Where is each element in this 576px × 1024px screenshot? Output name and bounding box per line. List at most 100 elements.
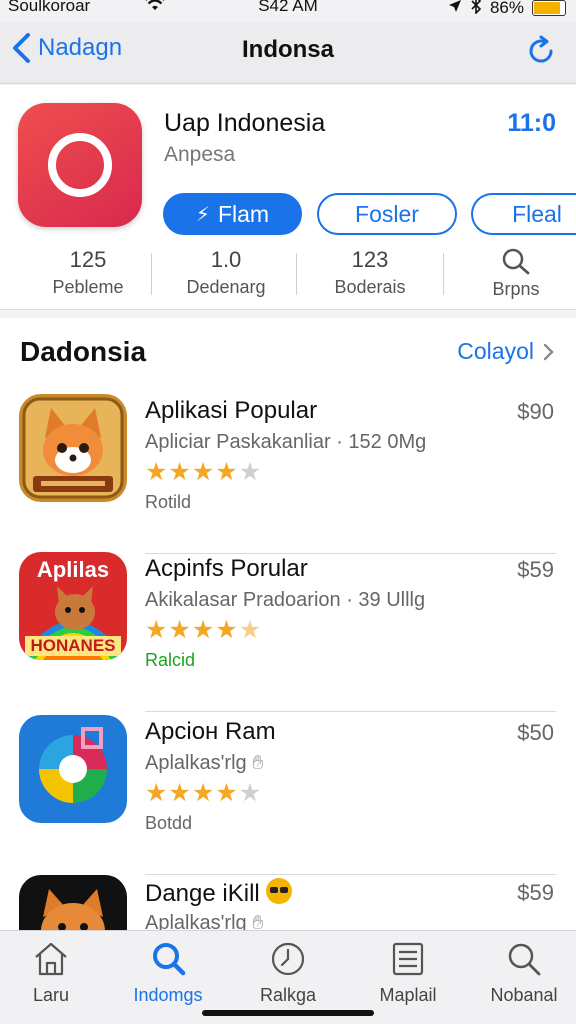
star-empty-icon: ★ (238, 458, 262, 486)
fox-icon (19, 394, 127, 502)
see-all-label: Colayol (457, 338, 534, 364)
stat-item: 123 Boderais (300, 247, 440, 298)
app-title: Dange iKill (145, 878, 293, 908)
stat-item: 1.0 Dedenarg (156, 247, 296, 298)
tab-search[interactable]: Indomgs (113, 939, 223, 1006)
app-stats: 125 Pebleme 1.0 Dedenarg 123 Boderais Br… (0, 247, 576, 303)
app-subtitle: Akikalasar Pradoarion · 39 Ulllg (145, 589, 426, 611)
app-price[interactable]: $59 (517, 880, 554, 906)
bluetooth-icon (470, 0, 482, 19)
app-tag: Ralcid (145, 650, 196, 670)
stat-item: 125 Pebleme (18, 247, 158, 298)
sunglasses-emoji-icon (266, 878, 293, 904)
row-divider (145, 711, 556, 712)
app-price[interactable]: $90 (517, 399, 554, 425)
list-icon (392, 942, 424, 976)
star-full-icon: ★ (215, 616, 238, 644)
stat-label: Dedenarg (186, 277, 266, 297)
stat-divider (296, 253, 297, 295)
tab-list[interactable]: Maplail (353, 939, 463, 1006)
tab-explore[interactable]: Nobanal (469, 939, 576, 1006)
tab-label: Nobanal (490, 985, 558, 1005)
bolt-icon: ⚡︎ (195, 203, 210, 226)
list-item[interactable]: Aplilas HONANES Acpinfs Porular Akikalas… (0, 552, 576, 712)
star-full-icon: ★ (191, 779, 215, 807)
star-full-icon: ★ (168, 616, 191, 644)
stat-label: Brpns (492, 279, 540, 299)
stat-value: 125 (69, 247, 107, 272)
primary-action-button[interactable]: ⚡︎ Flam (163, 193, 302, 235)
app-title-text: Dange iKill (145, 880, 260, 907)
back-button-label: Nadagn (38, 34, 123, 61)
tab-history[interactable]: Ralkga (233, 939, 343, 1006)
back-button[interactable]: Nadagn (10, 32, 122, 64)
list-item[interactable]: Dange iKill Aplalkas'rlg ✋︎ $59 (0, 875, 576, 930)
chevron-left-icon (13, 33, 30, 63)
status-bar: Soulkoroar S42 AM 86% (0, 0, 576, 22)
app-subtitle: Aplalkas'rlg ✋︎ (145, 752, 264, 775)
list-item[interactable]: Apcioн Ram Aplalkas'rlg ✋︎ $50 ★ ★ ★ ★ ★ Bot… (0, 715, 576, 875)
tab-label: Indomgs (133, 985, 203, 1005)
app-price[interactable]: $50 (517, 720, 554, 746)
app-subtitle: Aplalkas'rlg ✋︎ (145, 912, 264, 930)
fox-dark-icon (19, 875, 127, 930)
clock-icon (271, 942, 305, 976)
stat-item[interactable]: Brpns (446, 247, 576, 300)
secondary-action-button[interactable]: Fosler (317, 193, 457, 235)
app-icon (18, 103, 142, 227)
see-all-link[interactable]: Colayol (457, 338, 554, 365)
app-developer: Anpesa (164, 143, 236, 166)
star-full-icon: ★ (215, 458, 238, 486)
app-price[interactable]: $59 (517, 557, 554, 583)
fox-rainbow-icon: Aplilas HONANES (19, 552, 127, 660)
tab-bar: Laru Indomgs Ralkga Maplail Nobanal (0, 930, 576, 1024)
tab-home[interactable]: Laru (0, 939, 106, 1006)
location-icon (448, 0, 462, 18)
rating-stars: ★ ★ ★ ★ ★ (145, 781, 261, 806)
primary-action-label: Flam (217, 200, 270, 227)
star-empty-icon: ★ (238, 779, 262, 807)
hand-icon: ✋︎ (252, 912, 264, 930)
star-full-icon: ★ (145, 616, 168, 644)
tab-label: Maplail (379, 985, 437, 1005)
app-title: Apcioн Ram (145, 718, 276, 745)
stat-value: 1.0 (210, 247, 242, 272)
hand-icon: ✋︎ (252, 752, 264, 774)
section-title: Dadonsia (20, 336, 147, 367)
chevron-right-icon (543, 343, 554, 360)
star-full-icon: ★ (191, 458, 215, 486)
tab-label: Ralkga (259, 985, 317, 1005)
stat-divider (151, 253, 152, 295)
stat-label: Boderais (334, 277, 406, 297)
search-icon (153, 943, 186, 976)
star-full-icon: ★ (145, 458, 168, 486)
app-header: Uap Indonesia Anpesa 11:0 ⚡︎ Flam Fosler… (0, 85, 576, 310)
app-name: Uap Indonesia (164, 109, 326, 137)
rating-stars: ★ ★ ★ ★ ★ (145, 460, 261, 485)
tab-label: Laru (32, 985, 70, 1005)
search-icon (508, 943, 541, 976)
star-full-icon: ★ (215, 779, 238, 807)
star-full-icon: ★ (168, 458, 191, 486)
stat-label: Pebleme (52, 277, 124, 297)
star-full-icon: ★ (168, 779, 191, 807)
app-subtitle-text: Aplalkas'rlg (145, 912, 247, 930)
battery-icon (532, 0, 566, 16)
refresh-icon[interactable] (524, 34, 558, 68)
stat-divider (443, 253, 444, 295)
home-icon (35, 942, 67, 976)
app-tag: Rotild (145, 492, 192, 512)
battery-percent: 86% (489, 0, 524, 17)
third-action-label: Fleal (512, 200, 562, 227)
chart-ring-icon (19, 715, 127, 823)
third-action-button[interactable]: Fleal (471, 193, 576, 235)
app-title: Aplikasi Popular (145, 397, 318, 424)
app-subtitle: Apliciar Paskakanliar · 152 0Mg (145, 431, 427, 453)
stat-value: 123 (351, 247, 389, 272)
app-subtitle-text: Aplalkas'rlg (145, 752, 247, 774)
icon-text-bottom: HONANES (30, 636, 116, 655)
secondary-action-label: Fosler (355, 200, 419, 227)
list-item[interactable]: Aplikasi Popular Apliciar Paskakanliar ·… (0, 394, 576, 554)
app-tag: Botdd (145, 813, 193, 833)
star-full-icon: ★ (145, 779, 168, 807)
